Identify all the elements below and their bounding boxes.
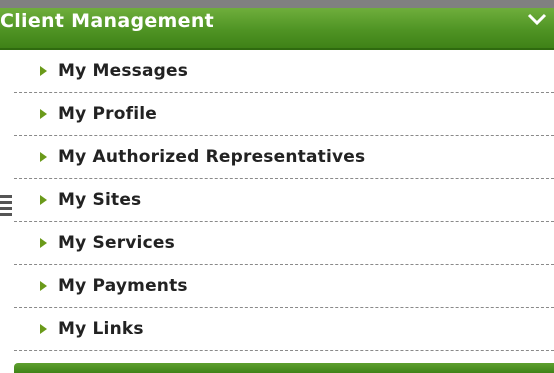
top-strip xyxy=(0,0,554,8)
menu-item-label[interactable]: My Profile xyxy=(58,104,157,124)
menu-item-label[interactable]: My Payments xyxy=(58,276,188,296)
panel-title: Client Management xyxy=(0,10,215,32)
menu-item-label[interactable]: My Messages xyxy=(58,61,188,81)
panel-header[interactable]: Client Management xyxy=(0,8,554,50)
menu-item-my-authorized-representatives[interactable]: My Authorized Representatives xyxy=(14,136,554,179)
triangle-right-icon xyxy=(40,109,47,119)
triangle-right-icon xyxy=(40,66,47,76)
menu-item-label[interactable]: My Sites xyxy=(58,190,141,210)
client-menu: My Messages My Profile My Authorized Rep… xyxy=(14,50,554,351)
triangle-right-icon xyxy=(40,324,47,334)
menu-item-my-services[interactable]: My Services xyxy=(14,222,554,265)
triangle-right-icon xyxy=(40,152,47,162)
triangle-right-icon xyxy=(40,238,47,248)
menu-item-label[interactable]: My Authorized Representatives xyxy=(58,147,365,167)
menu-item-my-sites[interactable]: My Sites xyxy=(14,179,554,222)
next-panel-header[interactable] xyxy=(14,363,554,373)
menu-item-my-profile[interactable]: My Profile xyxy=(14,93,554,136)
chevron-down-icon[interactable] xyxy=(526,12,548,26)
menu-item-my-payments[interactable]: My Payments xyxy=(14,265,554,308)
triangle-right-icon xyxy=(40,195,47,205)
triangle-right-icon xyxy=(40,281,47,291)
menu-item-label[interactable]: My Services xyxy=(58,233,175,253)
left-edge-decoration xyxy=(0,195,12,239)
menu-item-label[interactable]: My Links xyxy=(58,319,144,339)
menu-item-my-links[interactable]: My Links xyxy=(14,308,554,351)
menu-item-my-messages[interactable]: My Messages xyxy=(14,50,554,93)
